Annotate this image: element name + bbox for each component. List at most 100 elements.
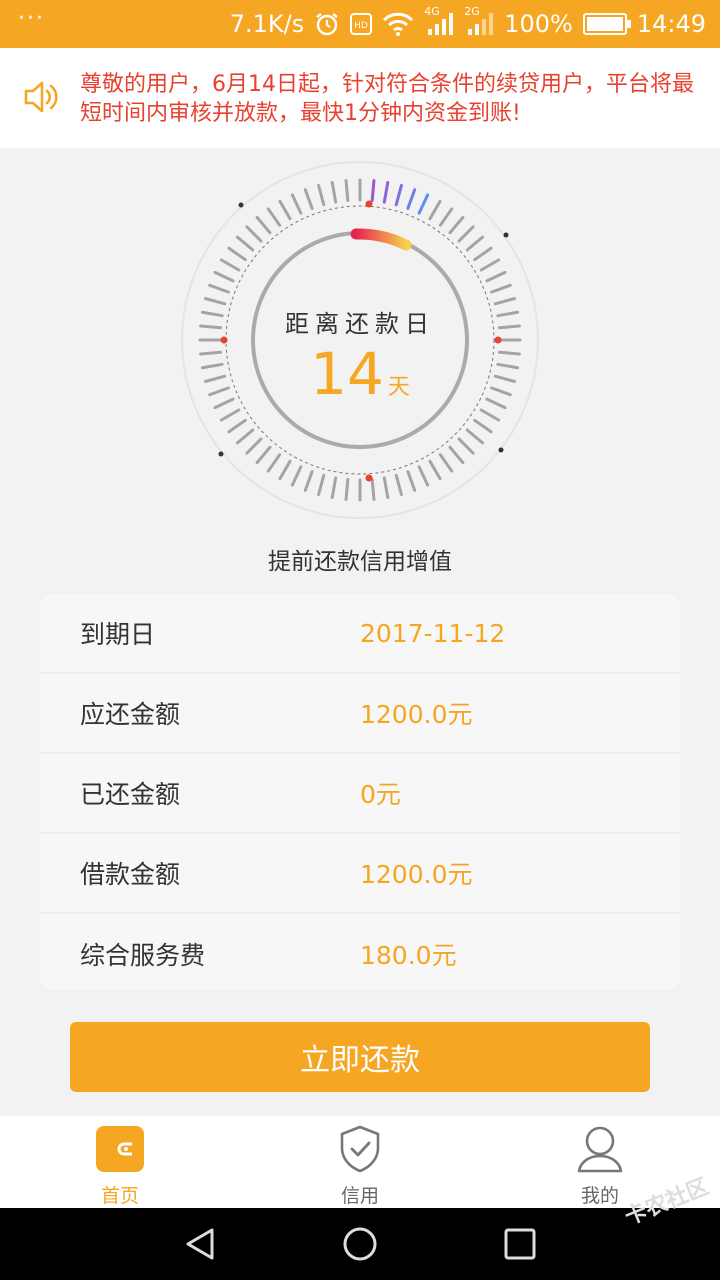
detail-row-loan-amount: 借款金额 1200.0元 bbox=[40, 834, 680, 914]
detail-label: 借款金额 bbox=[80, 860, 181, 889]
countdown-dial: 距离还款日 14 天 bbox=[180, 160, 540, 520]
dial-tick bbox=[266, 453, 282, 473]
dial-tick bbox=[457, 437, 475, 455]
dial-tick bbox=[203, 297, 227, 306]
dial-tick bbox=[382, 180, 390, 204]
recents-icon[interactable] bbox=[502, 1226, 538, 1262]
dial-tick bbox=[490, 283, 512, 294]
dial-tick bbox=[317, 183, 326, 207]
dial-tick bbox=[394, 473, 403, 497]
notice-banner[interactable]: 尊敬的用户，6月14日起，针对符合条件的续贷用户，平台将最短时间内审核并放款，最… bbox=[0, 48, 720, 148]
dial-value: 14 天 bbox=[180, 340, 540, 408]
battery-percent: 100% bbox=[504, 10, 573, 38]
signal-2g-icon: 2G bbox=[464, 5, 494, 37]
dial-tick bbox=[303, 188, 314, 210]
dial-tick bbox=[317, 473, 326, 497]
repay-now-button[interactable]: 立即还款 bbox=[70, 1022, 650, 1092]
dial-tick bbox=[213, 270, 235, 283]
detail-row-amount-due: 应还金额 1200.0元 bbox=[40, 674, 680, 754]
dial-tick bbox=[493, 297, 517, 306]
dial-tick bbox=[266, 207, 282, 227]
dial-tick bbox=[394, 183, 403, 207]
dial-tick bbox=[457, 225, 475, 243]
detail-label: 综合服务费 bbox=[80, 941, 206, 970]
tab-label: 首页 bbox=[100, 1185, 139, 1207]
dial-tick bbox=[428, 199, 442, 221]
menu-dots: ··· bbox=[18, 6, 45, 31]
dial-tick bbox=[448, 445, 465, 465]
battery-icon bbox=[582, 13, 631, 35]
net-4g-label: 4G bbox=[424, 5, 440, 18]
dial-tick bbox=[382, 476, 390, 500]
shield-check-icon bbox=[335, 1124, 385, 1173]
dial-tick bbox=[465, 428, 485, 445]
dial-tick bbox=[370, 477, 376, 501]
caption: 提前还款信用增值 bbox=[268, 549, 452, 575]
tab-credit[interactable]: 信用 bbox=[240, 1116, 480, 1208]
dial-tick bbox=[406, 188, 417, 210]
days-remaining: 14 bbox=[310, 340, 384, 408]
dial-tick bbox=[303, 470, 314, 492]
detail-value: 1200.0元 bbox=[360, 700, 473, 729]
user-icon bbox=[575, 1124, 625, 1173]
net-2g-label: 2G bbox=[464, 5, 480, 18]
dial-tick bbox=[438, 453, 454, 473]
back-icon[interactable] bbox=[182, 1226, 218, 1262]
status-bar: ··· 7.1K/s HD 4G 2G 100% 14:49 bbox=[0, 0, 720, 48]
dial-tick bbox=[479, 408, 501, 422]
detail-label: 应还金额 bbox=[80, 700, 181, 729]
dial-tick bbox=[370, 179, 376, 203]
system-nav-bar bbox=[0, 1208, 720, 1280]
dial-tick bbox=[330, 180, 338, 204]
home-icon[interactable] bbox=[342, 1226, 378, 1262]
tab-label: 信用 bbox=[340, 1185, 379, 1207]
wallet-icon bbox=[95, 1124, 145, 1173]
dial-tick bbox=[227, 418, 247, 434]
dial-tick bbox=[406, 470, 417, 492]
dial-tick bbox=[417, 465, 430, 487]
tab-label: 我的 bbox=[580, 1185, 619, 1207]
dial-tick bbox=[290, 193, 303, 215]
dial-tick bbox=[465, 235, 485, 252]
dial-tick bbox=[330, 476, 338, 500]
dial-tick bbox=[290, 465, 303, 487]
dial-tick bbox=[438, 207, 454, 227]
dial-tick bbox=[235, 235, 255, 252]
signal-4g-icon: 4G bbox=[424, 5, 454, 37]
detail-value: 1200.0元 bbox=[360, 860, 473, 889]
hd-icon: HD bbox=[350, 12, 373, 36]
detail-label: 到期日 bbox=[80, 620, 156, 649]
detail-value: 2017-11-12 bbox=[360, 618, 506, 648]
dial-tick bbox=[245, 437, 263, 455]
tab-home[interactable]: 首页 bbox=[0, 1116, 240, 1208]
detail-row-due-date: 到期日 2017-11-12 bbox=[40, 594, 680, 674]
detail-row-amount-repaid: 已还金额 0元 bbox=[40, 754, 680, 834]
dial-tick bbox=[227, 246, 247, 262]
dial-tick bbox=[255, 445, 272, 465]
speaker-icon bbox=[24, 81, 58, 113]
dial-tick bbox=[278, 459, 292, 481]
dial-tick bbox=[479, 258, 501, 272]
clock: 14:49 bbox=[636, 10, 706, 38]
dial-tick bbox=[235, 428, 255, 445]
alarm-icon bbox=[314, 11, 340, 37]
detail-row-service-fee: 综合服务费 180.0元 bbox=[40, 914, 680, 990]
dial-tick bbox=[473, 418, 493, 434]
bottom-tab-bar: 首页 信用 我的 bbox=[0, 1116, 720, 1208]
dial-tick bbox=[245, 225, 263, 243]
dial-tick bbox=[473, 246, 493, 262]
dial-tick bbox=[448, 215, 465, 235]
detail-label: 已还金额 bbox=[80, 780, 181, 809]
notice-text: 尊敬的用户，6月14日起，针对符合条件的续贷用户，平台将最短时间内审核并放款，最… bbox=[80, 72, 694, 126]
dial-tick bbox=[278, 199, 292, 221]
dial-tick bbox=[485, 270, 507, 283]
net-speed: 7.1K/s bbox=[229, 10, 305, 38]
dial-tick bbox=[219, 408, 241, 422]
detail-value: 0元 bbox=[360, 780, 401, 809]
svg-text:HD: HD bbox=[354, 21, 368, 31]
dial-tick bbox=[344, 179, 350, 203]
dial-tick bbox=[208, 283, 230, 294]
dial-tick bbox=[219, 258, 241, 272]
dial-tick bbox=[428, 459, 442, 481]
dial-tick bbox=[344, 477, 350, 501]
